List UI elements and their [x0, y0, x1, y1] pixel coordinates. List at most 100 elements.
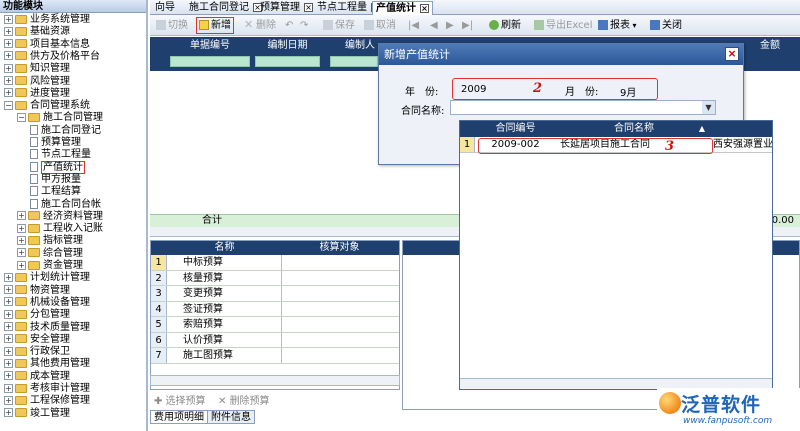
- expand-icon[interactable]: +: [4, 26, 13, 36]
- tree-node[interactable]: + 物资管理: [4, 285, 70, 297]
- tree-node[interactable]: + 行政保卫: [4, 346, 70, 358]
- expand-icon[interactable]: +: [4, 346, 13, 356]
- tree-node[interactable]: + 进度管理: [4, 88, 70, 100]
- prev-record-button[interactable]: ◀: [430, 18, 438, 33]
- tree-node[interactable]: + 项目基本信息: [4, 39, 90, 51]
- tree-node[interactable]: + 指标管理: [17, 235, 83, 247]
- expand-icon[interactable]: +: [4, 371, 13, 381]
- undo-button[interactable]: ↶: [285, 18, 293, 33]
- chevron-down-icon[interactable]: ▼: [702, 101, 715, 114]
- tab-4[interactable]: 产值统计 ×: [372, 1, 433, 15]
- accounting-object-cell[interactable]: [282, 332, 399, 347]
- tree-node[interactable]: + 安全管理: [4, 334, 70, 346]
- expand-icon[interactable]: +: [17, 235, 26, 245]
- tree-node[interactable]: + 成本管理: [4, 371, 70, 383]
- tab-attachments[interactable]: 附件信息: [207, 410, 255, 424]
- tree-node[interactable]: + 分包管理: [4, 309, 70, 321]
- refresh-button[interactable]: 刷新: [489, 18, 521, 33]
- last-record-button[interactable]: ▶|: [462, 18, 473, 33]
- tree-node[interactable]: + 经济资料管理: [17, 211, 103, 223]
- filter-doc-no[interactable]: [170, 56, 250, 67]
- table-row[interactable]: 1 中标预算: [151, 255, 399, 271]
- expand-icon[interactable]: +: [4, 358, 13, 368]
- expand-icon[interactable]: +: [17, 260, 26, 270]
- tree-node[interactable]: 工程结算: [30, 186, 81, 198]
- tree-node[interactable]: 施工合同登记: [30, 124, 101, 137]
- save-button[interactable]: 保存: [323, 18, 355, 33]
- expand-icon[interactable]: +: [4, 383, 13, 393]
- expand-icon[interactable]: +: [4, 322, 13, 331]
- tab-1[interactable]: 施工合同登记 ×: [186, 1, 265, 15]
- tree-node[interactable]: 节点工程量: [30, 149, 91, 161]
- tree-node[interactable]: 产值统计: [30, 160, 85, 174]
- tab-0[interactable]: 向导: [152, 1, 178, 15]
- expand-icon[interactable]: +: [17, 211, 26, 221]
- contract-name-select[interactable]: ▼: [450, 100, 716, 115]
- expand-icon[interactable]: +: [4, 285, 13, 295]
- tree-node[interactable]: + 技术质量管理: [4, 322, 90, 334]
- select-budget-button[interactable]: ✚ 选择预算: [154, 392, 206, 407]
- expand-icon[interactable]: +: [4, 334, 13, 344]
- col-doc-no[interactable]: 单据编号: [170, 39, 250, 52]
- month-field[interactable]: 9月: [620, 84, 636, 99]
- expand-icon[interactable]: +: [17, 248, 26, 258]
- cancel-button[interactable]: 取消: [364, 18, 396, 33]
- tree-node[interactable]: + 机械设备管理: [4, 297, 90, 309]
- accounting-object-cell[interactable]: [282, 270, 399, 285]
- expand-icon[interactable]: +: [4, 297, 13, 307]
- tree-node[interactable]: + 竣工管理: [4, 408, 70, 420]
- close-icon[interactable]: ×: [725, 47, 739, 61]
- close-icon[interactable]: ×: [420, 3, 429, 13]
- switch-button[interactable]: 切换: [156, 18, 188, 33]
- tab-2[interactable]: 预算管理 ×: [257, 1, 316, 15]
- table-row[interactable]: 2 核量预算: [151, 270, 399, 286]
- next-record-button[interactable]: ▶: [446, 18, 454, 33]
- budget-scrollbar[interactable]: [150, 375, 400, 386]
- col-amount[interactable]: 金额: [750, 39, 790, 52]
- expand-icon[interactable]: +: [4, 39, 13, 49]
- accounting-object-cell[interactable]: [282, 286, 399, 301]
- accounting-object-cell[interactable]: [282, 348, 399, 363]
- col-contract-name[interactable]: 合同名称: [558, 121, 710, 137]
- tree-node[interactable]: − 施工合同管理: [17, 112, 103, 124]
- filter-author[interactable]: [330, 56, 378, 67]
- tree-node[interactable]: + 资金管理: [17, 260, 83, 272]
- expand-icon[interactable]: +: [4, 14, 13, 24]
- expand-icon[interactable]: +: [4, 51, 13, 61]
- delete-button[interactable]: ✕ 删除: [244, 18, 276, 33]
- accounting-object-cell[interactable]: [282, 317, 399, 332]
- table-row[interactable]: 6 认价预算: [151, 332, 399, 348]
- expand-icon[interactable]: +: [4, 309, 13, 319]
- accounting-object-cell[interactable]: [282, 301, 399, 316]
- col-date[interactable]: 编制日期: [255, 39, 320, 52]
- export-excel-button[interactable]: 导出Excel: [534, 18, 593, 33]
- tree-node[interactable]: + 风险管理: [4, 76, 70, 88]
- tree-node[interactable]: + 计划统计管理: [4, 272, 90, 284]
- add-button[interactable]: 新增: [196, 17, 234, 34]
- tree-node[interactable]: + 考核审计管理: [4, 383, 90, 395]
- tab-expense-details[interactable]: 费用项明细: [150, 410, 208, 424]
- redo-button[interactable]: ↷: [300, 18, 308, 33]
- tree-node[interactable]: + 工程保修管理: [4, 395, 90, 407]
- close-button[interactable]: 关闭: [650, 18, 682, 33]
- tree-node[interactable]: + 基础资源: [4, 26, 70, 38]
- expand-icon[interactable]: +: [4, 395, 13, 405]
- expand-icon[interactable]: +: [4, 408, 13, 418]
- tree-node[interactable]: 施工合同台帐: [30, 198, 101, 211]
- year-field[interactable]: 2009: [461, 84, 486, 95]
- col-name[interactable]: 名称: [167, 241, 282, 255]
- report-button[interactable]: 报表 ▾: [598, 18, 637, 33]
- expand-icon[interactable]: +: [4, 88, 13, 98]
- delete-budget-button[interactable]: ✕ 删除预算: [218, 392, 270, 407]
- tree-node[interactable]: 预算管理: [30, 137, 81, 149]
- tree-node[interactable]: − 合同管理系统: [4, 100, 90, 112]
- tree-node[interactable]: + 综合管理: [17, 248, 83, 260]
- filter-date[interactable]: [255, 56, 320, 67]
- accounting-object-cell[interactable]: [282, 255, 399, 270]
- expand-icon[interactable]: +: [17, 223, 26, 233]
- expand-icon[interactable]: +: [4, 76, 13, 85]
- col-accounting-object[interactable]: 核算对象: [282, 241, 397, 255]
- tree-node[interactable]: + 供方及价格平台: [4, 51, 100, 63]
- tree-node[interactable]: + 工程收入记账: [17, 223, 103, 235]
- expand-icon[interactable]: +: [4, 272, 13, 282]
